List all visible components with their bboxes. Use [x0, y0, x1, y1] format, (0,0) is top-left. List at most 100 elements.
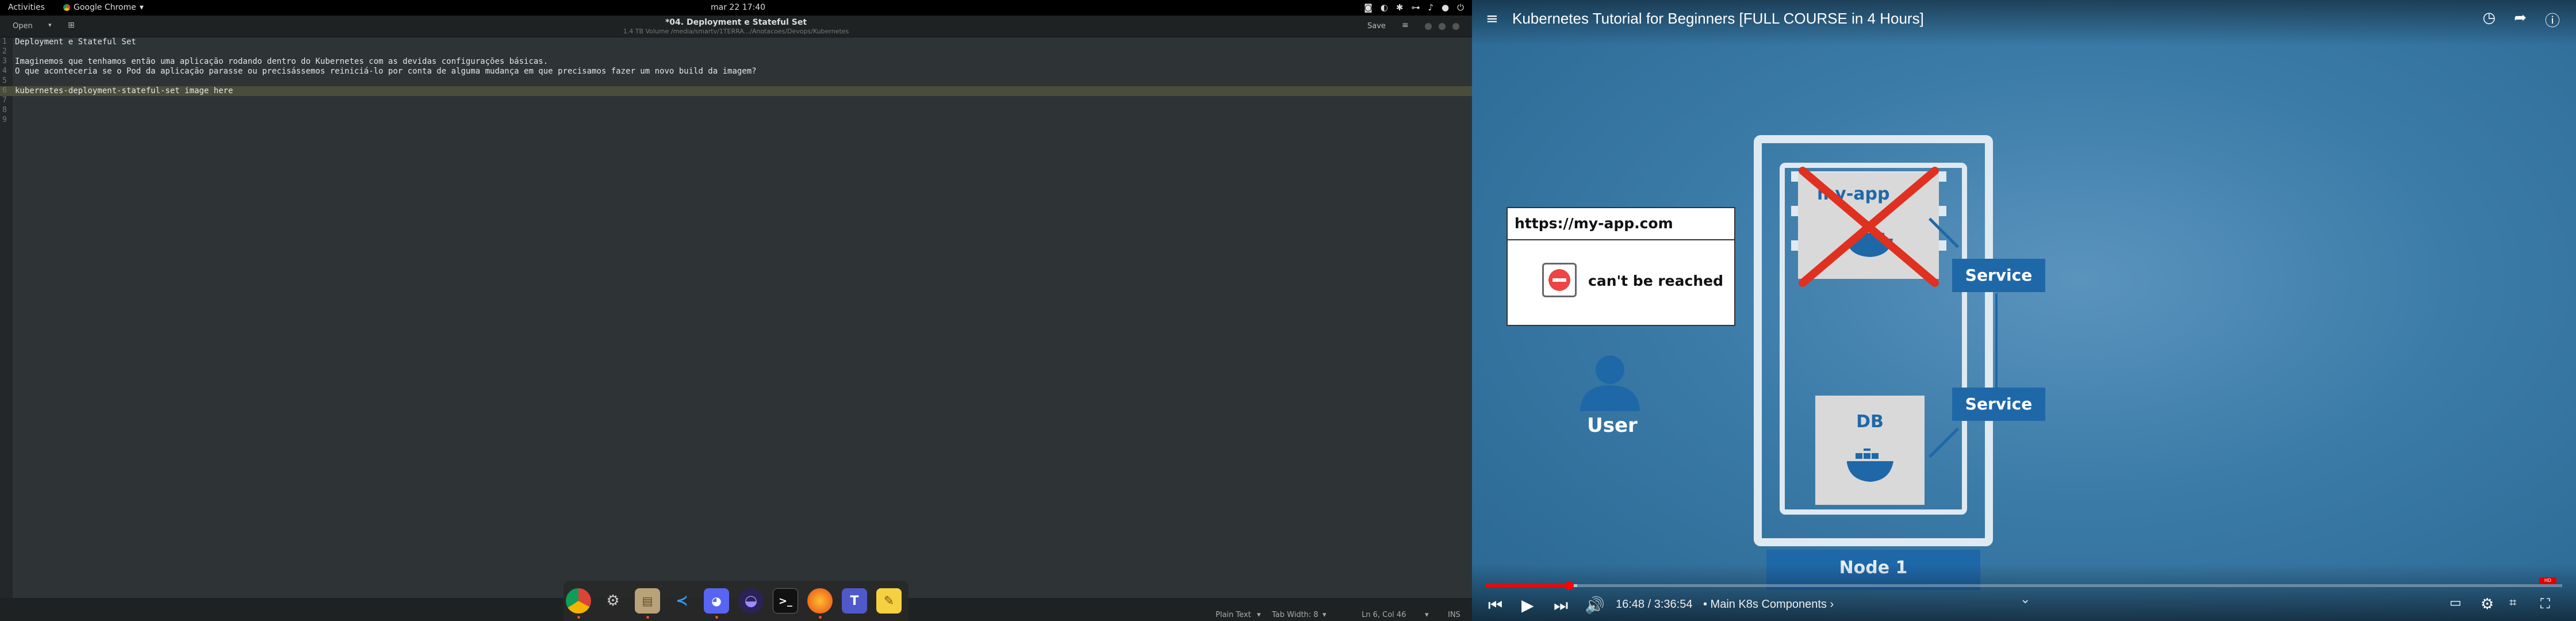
- files-icon[interactable]: ▤: [635, 588, 660, 614]
- error-bar: [1552, 278, 1566, 282]
- notes-icon[interactable]: ✎: [876, 588, 902, 614]
- settings-icon[interactable]: ⚙: [2481, 596, 2494, 613]
- playlist-menu-icon[interactable]: ≡: [1486, 10, 1498, 28]
- editor-line: 2: [0, 47, 1472, 57]
- line-number: 9: [2, 116, 7, 124]
- chevron-down-icon: ▾: [139, 3, 144, 12]
- watch-later-icon[interactable]: ◷: [2483, 9, 2496, 30]
- editor-line: 5: [0, 76, 1472, 86]
- steam-tray-icon[interactable]: ◐: [1381, 2, 1388, 13]
- tab-width-selector[interactable]: Tab Width: 8: [1272, 611, 1318, 619]
- eclipse-icon[interactable]: ◒: [738, 588, 764, 614]
- chevron-down-icon: ▾: [1425, 611, 1429, 619]
- docker-whale-icon: [1847, 448, 1893, 482]
- subtitles-icon[interactable]: ▭: [2450, 596, 2462, 610]
- line-number: 4: [2, 67, 7, 75]
- editor-line: 8: [0, 106, 1472, 116]
- close-button[interactable]: [1452, 23, 1459, 30]
- editor-current-line: 6 kubernetes-deployment-stateful-set imag…: [0, 86, 1472, 96]
- error-icon: [1542, 263, 1577, 297]
- line-number: 6: [2, 86, 7, 95]
- dock: ⚙ ▤ ≺ ◕ ◒ >_ T ✎: [564, 581, 908, 621]
- teams-icon[interactable]: T: [842, 588, 867, 614]
- cast-icon[interactable]: ⌗: [2509, 596, 2516, 610]
- network-icon[interactable]: ⊶: [1411, 2, 1420, 13]
- editor-line: 1 Deployment e Stateful Set: [0, 37, 1472, 47]
- line-number: 7: [2, 96, 7, 105]
- fullscreen-icon[interactable]: ⛶: [2540, 596, 2550, 612]
- player-top-actions: ◷ ➦ ⓘ: [2483, 9, 2560, 30]
- chevron-down-icon[interactable]: ⌄: [2020, 592, 2030, 607]
- editor-headerbar: Open ▾ ⊞ *04. Deployment e Stateful Set …: [0, 16, 1472, 37]
- browser-url: https://my-app.com: [1508, 208, 1734, 240]
- running-indicator: [715, 616, 718, 619]
- error-circle: [1548, 269, 1570, 291]
- hd-badge: HD: [2539, 577, 2556, 584]
- info-icon[interactable]: ⓘ: [2545, 9, 2560, 30]
- line-text: Imaginemos que tenhamos então uma aplica…: [15, 57, 549, 66]
- video-player[interactable]: ≡ Kubernetes Tutorial for Beginners [FUL…: [1472, 0, 2576, 621]
- save-button[interactable]: Save: [1367, 22, 1386, 30]
- power-icon[interactable]: ⏻: [1457, 2, 1464, 13]
- volume-icon[interactable]: 🔊: [1585, 596, 1605, 615]
- line-text: Deployment e Stateful Set: [15, 37, 136, 47]
- share-icon[interactable]: ➦: [2514, 9, 2527, 30]
- activities-button[interactable]: Activities: [8, 3, 45, 12]
- editor-line: 9: [0, 116, 1472, 125]
- discord-icon[interactable]: ◕: [704, 588, 729, 614]
- menu-icon[interactable]: ≡: [1402, 21, 1409, 30]
- editor-line: 4 O que aconteceria se o Pod da aplicação…: [0, 67, 1472, 76]
- cursor-position[interactable]: Ln 6, Col 46: [1362, 611, 1406, 619]
- line-number: 5: [2, 76, 7, 85]
- progress-played: [1486, 584, 1570, 587]
- bluetooth-icon[interactable]: ✱: [1396, 2, 1404, 13]
- line-number: 2: [2, 47, 7, 56]
- insert-mode: INS: [1448, 611, 1460, 619]
- progress-bar[interactable]: [1486, 581, 2562, 590]
- service-box: Service: [1952, 388, 2045, 421]
- text-editor-window: Open ▾ ⊞ *04. Deployment e Stateful Set …: [0, 16, 1472, 621]
- line-number: 8: [2, 106, 7, 114]
- user-icon: [1580, 355, 1640, 411]
- maximize-button[interactable]: [1439, 23, 1446, 30]
- chevron-down-icon: ▾: [1257, 611, 1261, 619]
- system-tray[interactable]: ◙ ◐ ✱ ⊶ ♪ ● ⏻: [1364, 2, 1464, 13]
- previous-icon[interactable]: ⏮: [1488, 596, 1502, 615]
- error-message: can't be reached: [1588, 273, 1723, 289]
- next-icon[interactable]: ⏭: [1554, 596, 1568, 615]
- language-selector[interactable]: Plain Text: [1216, 611, 1251, 619]
- terminal-icon[interactable]: >_: [773, 588, 798, 614]
- clock[interactable]: mar 22 17:40: [711, 3, 765, 12]
- editor-line: 7: [0, 96, 1472, 106]
- line-number: 3: [2, 57, 7, 66]
- service-box: Service: [1952, 259, 2045, 292]
- db-pod-label: DB: [1856, 412, 1884, 432]
- microphone-icon[interactable]: ●: [1442, 2, 1449, 13]
- user-label: User: [1587, 414, 1638, 437]
- firefox-icon[interactable]: [807, 588, 833, 614]
- chapter-title[interactable]: • Main K8s Components ›: [1703, 598, 1834, 611]
- volume-icon[interactable]: ♪: [1428, 2, 1433, 13]
- screen: Activities Google Chrome ▾ mar 22 17:40 …: [0, 0, 2576, 621]
- running-indicator: [577, 616, 580, 619]
- discord-tray-icon[interactable]: ◙: [1364, 2, 1373, 13]
- play-icon[interactable]: ▶: [1521, 596, 1534, 615]
- app-menu-label: Google Chrome: [74, 3, 136, 12]
- document-path: 1.4 TB Volume /media/smartv/1TERRA.../An…: [623, 28, 849, 35]
- document-title: *04. Deployment e Stateful Set: [665, 18, 807, 27]
- line-number: 1: [2, 37, 7, 46]
- system-top-bar: Activities Google Chrome ▾ mar 22 17:40 …: [0, 0, 1472, 16]
- crossed-out-icon: [1799, 167, 1939, 287]
- chrome-icon[interactable]: [566, 588, 591, 614]
- minimize-button[interactable]: [1425, 23, 1432, 30]
- running-indicator: [646, 616, 649, 619]
- settings-icon[interactable]: ⚙: [600, 588, 626, 614]
- editor-text-area[interactable]: 1 Deployment e Stateful Set 2 3 Imaginemos…: [0, 37, 1472, 598]
- editor-line: 3 Imaginemos que tenhamos então uma aplic…: [0, 57, 1472, 67]
- app-menu[interactable]: Google Chrome ▾: [63, 3, 144, 12]
- connector-line: [1995, 293, 1998, 402]
- line-text: O que aconteceria se o Pod da aplicação …: [15, 67, 757, 76]
- time-display: 16:48 / 3:36:54: [1616, 598, 1693, 611]
- vscode-icon[interactable]: ≺: [669, 588, 695, 614]
- video-title[interactable]: Kubernetes Tutorial for Beginners [FULL …: [1512, 10, 1924, 28]
